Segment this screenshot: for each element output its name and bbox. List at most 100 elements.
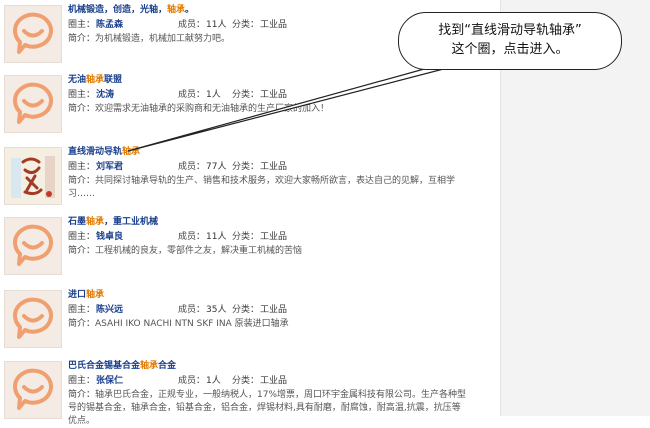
members-label: 成员：	[178, 20, 206, 30]
owner-label: 圈主：	[68, 305, 96, 315]
circle-title-text: 无油	[68, 75, 87, 85]
owner-label: 圈主：	[68, 162, 96, 172]
circle-item[interactable]: 石墨轴承，重工业机械 圈主： 钱卓良 成员： 11人 分类： 工业品简介：工程机械的良友，零…	[0, 214, 500, 284]
chat-bubble-icon	[5, 218, 61, 274]
circle-title-text: 直线滑动导轨	[68, 147, 123, 157]
circle-intro: 简介：工程机械的良友，零部件之友，解决重工机械的苦恼	[68, 245, 468, 258]
circle-title-text: 进口	[68, 290, 87, 300]
circle-avatar[interactable]	[4, 75, 62, 133]
circle-title-link[interactable]: 机械锻造，创造，光轴，轴承。	[68, 2, 194, 15]
circle-title-highlight: 轴承	[140, 361, 159, 371]
circle-intro: 简介：欢迎需求无油轴承的采购商和无油轴承的生产厂家的加入！	[68, 103, 468, 116]
owner-name[interactable]: 钱卓良	[96, 229, 123, 242]
owner-label: 圈主：	[68, 90, 96, 100]
circle-avatar[interactable]	[4, 5, 62, 63]
circle-title-text: 石墨	[68, 217, 87, 227]
intro-text: 共同探讨轴承导轨的生产、销售和技术服务，欢迎大家畅所欲言，表达自己的见解，互相学…	[68, 176, 456, 199]
owner-label: 圈主：	[68, 20, 96, 30]
members-label: 成员：	[178, 232, 206, 242]
category-value: 工业品	[260, 376, 288, 386]
circle-title-link[interactable]: 无油轴承联盟	[68, 72, 122, 85]
owner-name[interactable]: 刘军君	[96, 159, 123, 172]
category-value: 工业品	[260, 162, 288, 172]
circle-item[interactable]: 进口轴承圈主： 陈兴远 成员： 35人 分类： 工业品简介：ASAHI IKO NACHI…	[0, 287, 500, 357]
circle-title-highlight: 轴承	[86, 75, 105, 85]
members-count: 1人	[206, 90, 221, 100]
circle-title-link[interactable]: 进口轴承	[68, 287, 104, 300]
owner-name[interactable]: 陈孟森	[96, 17, 123, 30]
intro-text: 轴承巴氏合金，正规专业，一般纳税人，17%增票，周口环宇金属科技有限公司。生产各…	[68, 390, 467, 426]
circle-title-highlight: 轴承	[122, 147, 141, 157]
chat-bubble-icon	[5, 76, 61, 132]
category-value: 工业品	[260, 90, 288, 100]
circle-title-text: 巴氏合金锡基合金	[68, 361, 141, 371]
intro-label: 简介：	[68, 246, 96, 256]
circle-item[interactable]: 直线滑动导轨轴承 圈主： 刘军君 成员： 77人 分类： 工业品 简介：共同探讨轴承导轨的生产…	[0, 144, 500, 214]
circle-title-link[interactable]: 直线滑动导轨轴承	[68, 144, 140, 157]
circle-meta-row: 圈主： 钱卓良 成员： 11人 分类： 工业品	[68, 229, 488, 242]
category-label: 分类：	[232, 90, 260, 100]
circle-title-text: 合金	[158, 361, 177, 371]
circle-item[interactable]: 巴氏合金锡基合金轴承合金 圈主： 张保仁 成员： 1人 分类： 工业品 简介：轴承巴氏合金，正…	[0, 358, 500, 428]
circle-avatar[interactable]	[4, 147, 62, 205]
owner-label: 圈主：	[68, 232, 96, 242]
members-count: 77人	[206, 162, 227, 172]
circle-avatar[interactable]	[4, 290, 62, 348]
intro-text: 为机械锻造，机械加工献努力吧。	[95, 34, 231, 44]
category-label: 分类：	[232, 305, 260, 315]
circle-meta-row: 圈主： 刘军君 成员： 77人 分类： 工业品	[68, 159, 488, 172]
owner-name[interactable]: 沈涛	[96, 87, 114, 100]
circle-title-link[interactable]: 石墨轴承，重工业机械	[68, 214, 158, 227]
members-count: 11人	[206, 20, 227, 30]
annotation-callout: 找到“直线滑动导轨轴承” 这个圈，点击进入。	[398, 12, 622, 70]
circle-title-highlight: 轴承	[86, 217, 105, 227]
circle-avatar[interactable]	[4, 217, 62, 275]
category-value: 工业品	[260, 305, 288, 315]
circle-intro: 简介：共同探讨轴承导轨的生产、销售和技术服务，欢迎大家畅所欲言，表达自己的见解，…	[68, 175, 468, 201]
circle-title-link[interactable]: 巴氏合金锡基合金轴承合金	[68, 358, 176, 371]
circle-title-text: ，重工业机械	[104, 217, 159, 227]
category-label: 分类：	[232, 20, 260, 30]
circle-title-highlight: 轴承	[167, 5, 186, 15]
chat-bubble-icon	[5, 291, 61, 347]
intro-label: 简介：	[68, 390, 96, 400]
category-label: 分类：	[232, 232, 260, 242]
owner-name[interactable]: 张保仁	[96, 373, 123, 386]
category-value: 工业品	[260, 232, 288, 242]
members-label: 成员：	[178, 376, 206, 386]
circle-title-text: 机械锻造，创造，光轴，	[68, 5, 168, 15]
members-label: 成员：	[178, 305, 206, 315]
circle-intro: 简介：ASAHI IKO NACHI NTN SKF INA 原装进口轴承	[68, 318, 468, 331]
callout-line-1: 找到“直线滑动导轨轴承”	[438, 23, 582, 38]
members-count: 11人	[206, 232, 227, 242]
chat-bubble-icon	[5, 362, 61, 418]
circle-meta-row: 圈主： 张保仁 成员： 1人 分类： 工业品	[68, 373, 488, 386]
circle-avatar[interactable]	[4, 361, 62, 419]
intro-label: 简介：	[68, 34, 96, 44]
calligraphy-image	[5, 148, 61, 204]
category-label: 分类：	[232, 376, 260, 386]
circle-intro: 简介：轴承巴氏合金，正规专业，一般纳税人，17%增票，周口环宇金属科技有限公司。…	[68, 389, 468, 428]
intro-text: 工程机械的良友，零部件之友，解决重工机械的苦恼	[95, 246, 303, 256]
callout-line-2: 这个圈，点击进入。	[451, 42, 569, 57]
owner-name[interactable]: 陈兴远	[96, 302, 123, 315]
category-label: 分类：	[232, 162, 260, 172]
circle-title-highlight: 轴承	[86, 290, 105, 300]
intro-text: ASAHI IKO NACHI NTN SKF INA 原装进口轴承	[95, 319, 289, 329]
intro-text: 欢迎需求无油轴承的采购商和无油轴承的生产厂家的加入！	[95, 104, 330, 114]
members-count: 1人	[206, 376, 221, 386]
owner-label: 圈主：	[68, 376, 96, 386]
circle-title-text: 联盟	[104, 75, 123, 85]
category-value: 工业品	[260, 20, 288, 30]
circle-meta-row: 圈主： 沈涛 成员： 1人 分类： 工业品	[68, 87, 488, 100]
members-label: 成员：	[178, 162, 206, 172]
intro-label: 简介：	[68, 176, 96, 186]
circle-title-text: 。	[185, 5, 195, 15]
circle-meta-row: 圈主： 陈兴远 成员： 35人 分类： 工业品	[68, 302, 488, 315]
circle-item[interactable]: 无油轴承联盟 圈主： 沈涛 成员： 1人 分类： 工业品简介：欢迎需求无油轴承的采购商和无油…	[0, 72, 500, 142]
intro-label: 简介：	[68, 319, 96, 329]
chat-bubble-icon	[5, 6, 61, 62]
intro-label: 简介：	[68, 104, 96, 114]
members-count: 35人	[206, 305, 227, 315]
members-label: 成员：	[178, 90, 206, 100]
